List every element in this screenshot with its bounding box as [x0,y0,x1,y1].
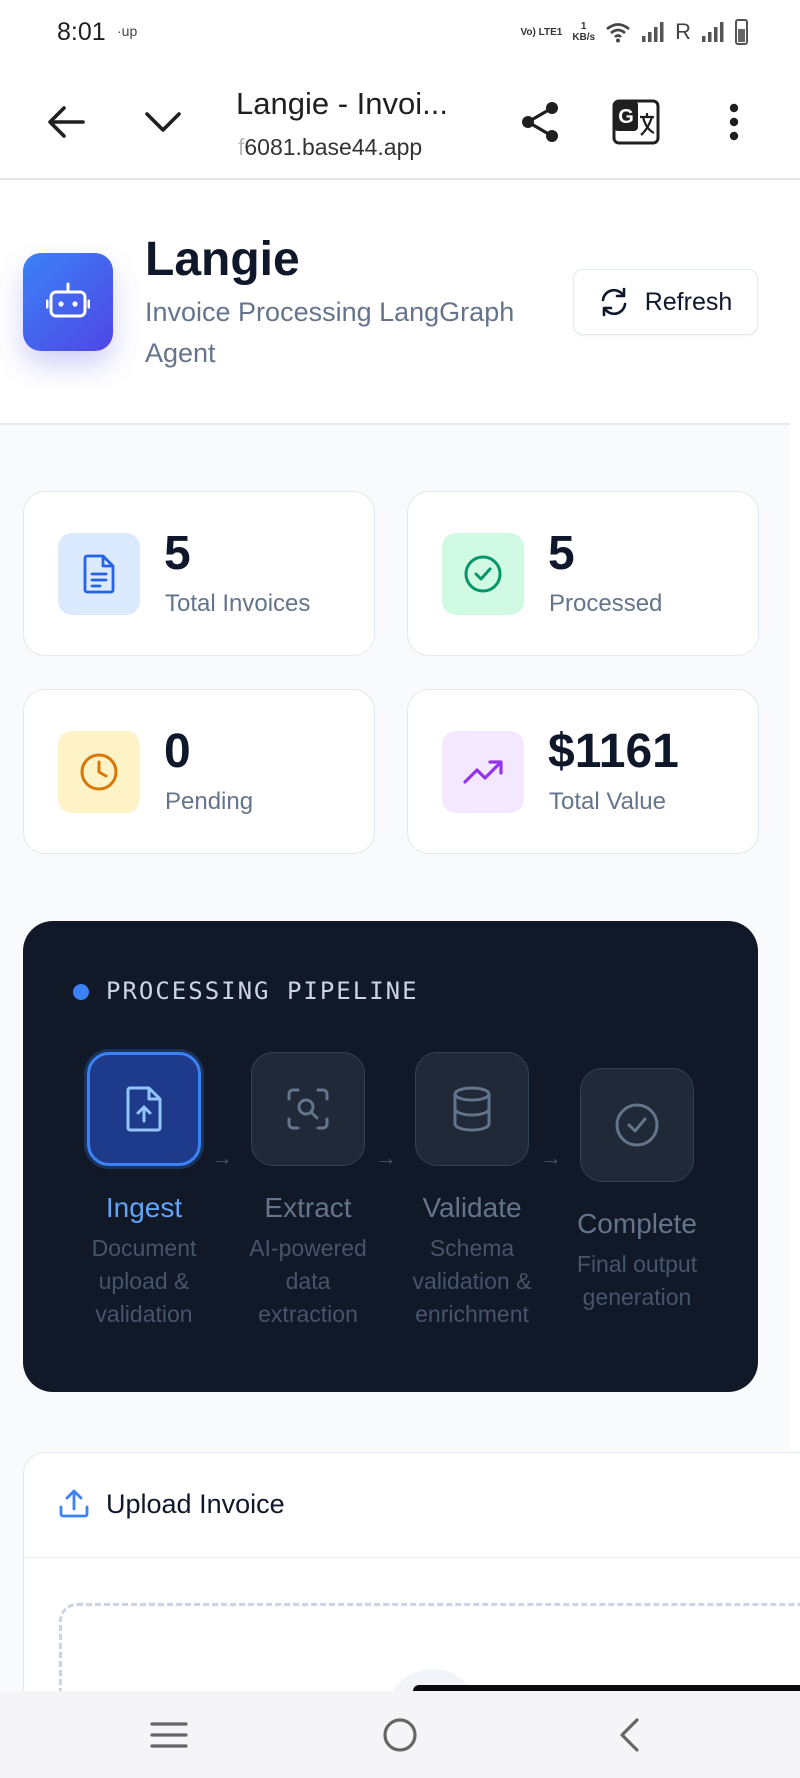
app-subtitle: Invoice Processing LangGraph Agent [145,297,515,368]
database-icon [453,1086,491,1132]
home-circle-icon [383,1718,417,1752]
pipeline-arrow: → [211,1145,233,1170]
pipeline-arrow: → [540,1145,562,1170]
translate-button[interactable]: G [608,94,664,150]
pipeline-step-complete[interactable]: Complete Final output generation [562,1068,712,1314]
step-description: AI-powered data extraction [249,1235,367,1327]
signal-icon-2 [702,22,724,42]
recent-apps-button[interactable] [141,1709,197,1761]
app-logo [23,253,113,351]
status-bar: 8:01 ·up Vo) LTE1 1 KB/s R [0,0,800,64]
translate-icon: G [612,99,660,145]
collapse-button[interactable] [135,94,191,150]
processing-pipeline: PROCESSING PIPELINE Ingest Document uplo… [23,921,758,1392]
app-name: Langie [145,233,300,286]
step-icon-box [251,1052,365,1166]
stat-card-total-value: $1161 Total Value [407,689,759,854]
share-icon [522,102,558,142]
check-circle-icon [464,555,502,593]
step-description: Document upload & validation [91,1235,197,1327]
check-circle-icon [615,1103,659,1147]
home-button[interactable] [372,1709,428,1761]
status-up-indicator: ·up [117,23,138,39]
scan-search-icon [287,1088,329,1130]
stat-icon-container [58,731,140,813]
chevron-left-icon [620,1718,639,1752]
system-back-button[interactable] [601,1709,657,1761]
step-title: Validate [422,1192,522,1223]
stat-icon-container [442,533,524,615]
volte-indicator: Vo) LTE1 [520,26,563,38]
step-title: Extract [264,1192,352,1223]
more-options-button[interactable] [706,94,762,150]
document-icon [83,554,115,594]
stat-label: Processed [549,590,663,617]
refresh-label: Refresh [644,287,733,316]
stat-value: $1161 [548,725,679,778]
stat-label: Total Invoices [165,590,311,617]
stat-icon-container [442,731,524,813]
step-icon-box [415,1052,529,1166]
file-upload-icon [126,1086,162,1132]
bot-icon [46,282,90,318]
chevron-down-icon [145,112,181,132]
arrow-left-icon [48,106,85,138]
stat-label: Pending [165,788,254,815]
app-header: Langie Invoice Processing LangGraph Agen… [0,180,790,425]
trending-up-icon [463,760,503,784]
back-button[interactable] [38,94,94,150]
step-description: Final output generation [576,1251,698,1310]
step-icon-box [580,1068,694,1182]
status-icons: Vo) LTE1 1 KB/s R [520,16,748,48]
stat-card-total-invoices: 5 Total Invoices [23,491,375,656]
roaming-indicator: R [675,19,691,44]
stat-label: Total Value [549,788,666,815]
pipeline-step-extract[interactable]: Extract AI-powered data extraction [233,1052,383,1331]
network-speed-value: 1 [580,21,587,32]
upload-card-header: Upload Invoice [24,1453,800,1558]
upload-card-title: Upload Invoice [106,1489,285,1519]
browser-toolbar: Langie - Invoi... f6081.base44.app G [0,64,800,180]
page-url[interactable]: f6081.base44.app [238,134,422,161]
stat-card-processed: 5 Processed [407,491,759,656]
clock-icon [80,753,118,791]
pipeline-step-validate[interactable]: Validate Schema validation & enrichment [397,1052,547,1331]
stat-value: 5 [164,527,191,580]
stat-card-pending: 0 Pending [23,689,375,854]
refresh-icon [601,287,627,317]
share-button[interactable] [512,94,568,150]
step-title: Complete [577,1208,697,1239]
tab-title[interactable]: Langie - Invoi... [236,86,448,122]
step-description: Schema validation & enrichment [412,1235,532,1327]
pipeline-step-ingest[interactable]: Ingest Document upload & validation [69,1052,219,1331]
network-speed-unit: KB/s [572,32,596,43]
svg-text:G: G [618,106,634,128]
stat-icon-container [58,533,140,615]
wifi-icon [606,23,630,43]
pipeline-arrow: → [375,1145,397,1170]
url-host: 6081.base44.app [244,134,423,160]
step-title: Ingest [105,1192,183,1223]
battery-icon [735,19,748,45]
more-vertical-icon [729,103,739,141]
status-dot [73,984,89,1000]
stat-value: 5 [548,527,575,580]
status-time: 8:01 [57,18,106,46]
menu-icon [150,1722,188,1748]
refresh-button[interactable]: Refresh [573,269,758,335]
signal-icon [642,22,664,42]
pipeline-title: PROCESSING PIPELINE [106,977,419,1005]
stat-value: 0 [164,725,191,778]
main-content: 5 Total Invoices 5 Processed 0 Pending $… [0,425,800,1778]
step-icon-box [87,1052,201,1166]
network-speed: 1 KB/s [572,21,595,43]
system-nav-bar [0,1691,800,1778]
upload-icon [59,1489,89,1518]
